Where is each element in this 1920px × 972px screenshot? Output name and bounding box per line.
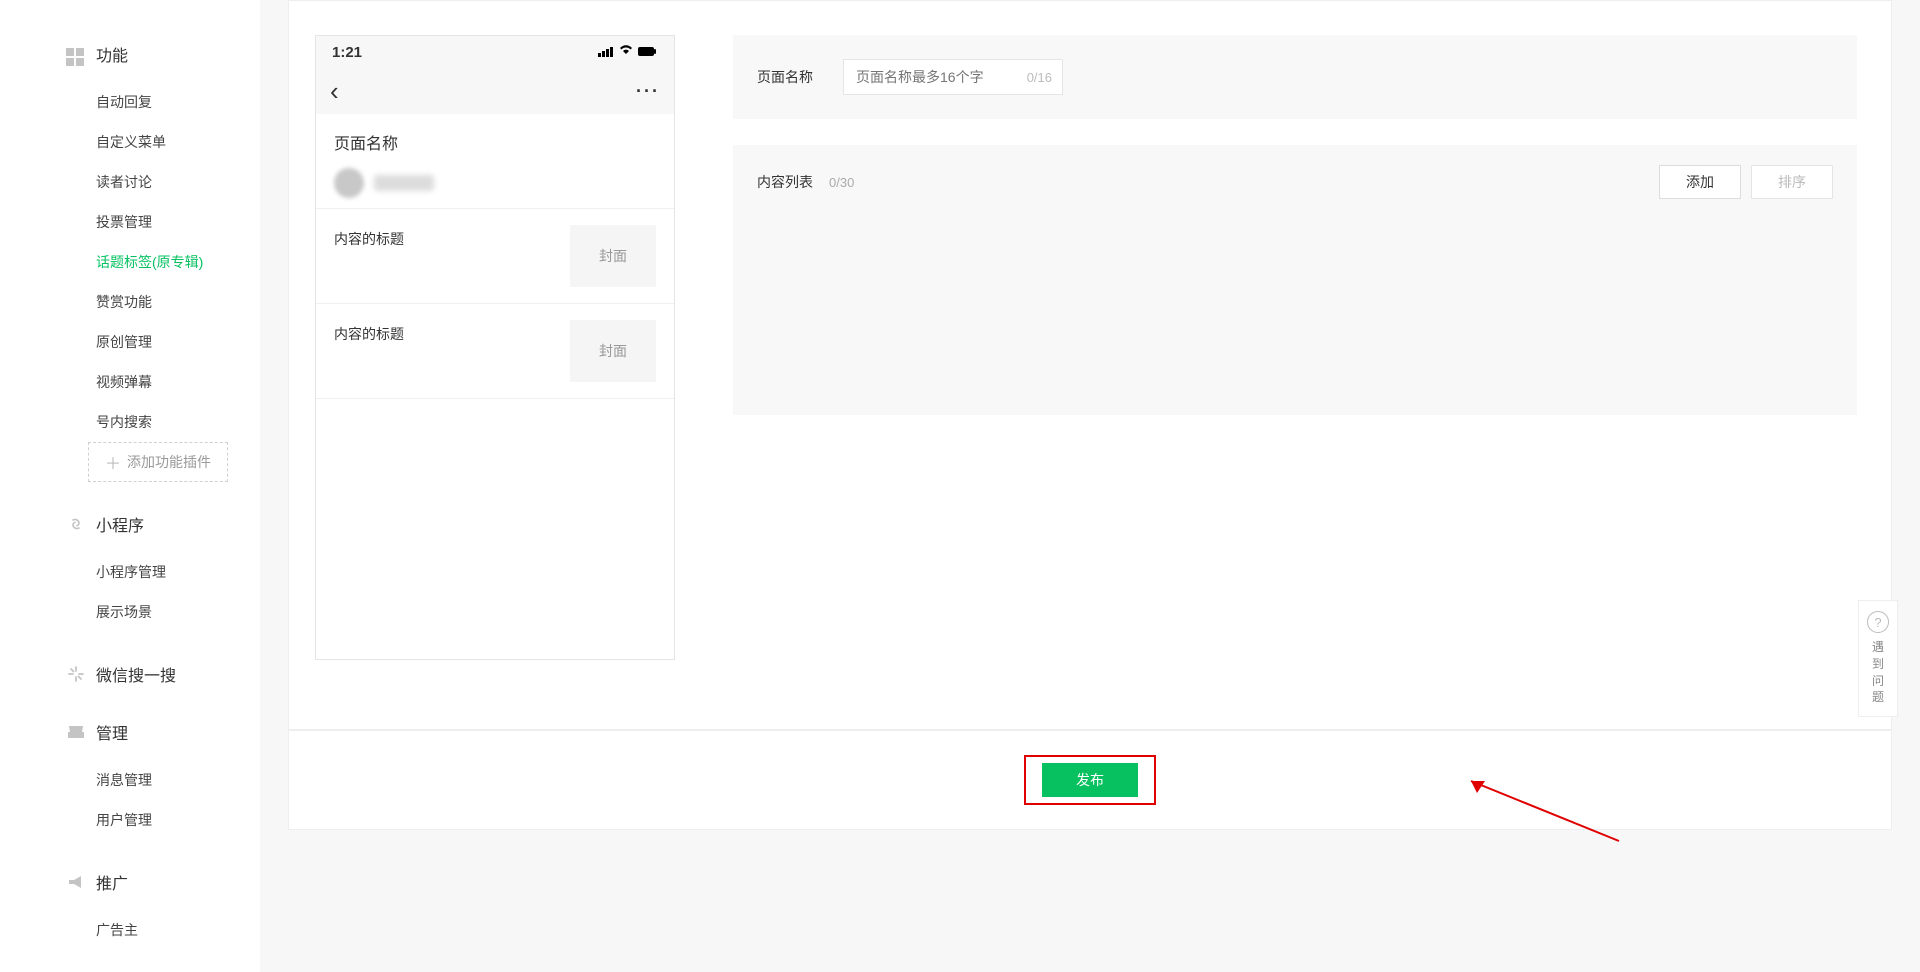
preview-content-title: 内容的标题 <box>334 320 404 344</box>
annotation-arrow <box>1459 771 1629 851</box>
page-name-input-wrap: 0/16 <box>843 59 1063 95</box>
phone-statusbar: 1:21 <box>316 36 674 68</box>
nav-items-features: 自动回复 自定义菜单 读者讨论 投票管理 话题标签(原专辑) 赞赏功能 原创管理… <box>0 76 260 504</box>
nav-item-in-account-search[interactable]: 号内搜索 <box>0 402 260 442</box>
footer-bar: 发布 <box>288 730 1892 830</box>
nav-item-mp-manage[interactable]: 小程序管理 <box>0 552 260 592</box>
phone-status-icons <box>598 45 658 59</box>
nav-item-video-barrage[interactable]: 视频弹幕 <box>0 362 260 402</box>
add-plugin-button[interactable]: ＋ 添加功能插件 <box>88 442 228 482</box>
content-list-label: 内容列表 <box>757 172 813 192</box>
nav-item-user-manage[interactable]: 用户管理 <box>0 800 260 840</box>
preview-content-item: 内容的标题 封面 <box>316 304 674 399</box>
content-list-counter: 0/30 <box>829 175 854 190</box>
nav-item-reader-discussion[interactable]: 读者讨论 <box>0 162 260 202</box>
nav-item-original[interactable]: 原创管理 <box>0 322 260 362</box>
phone-time: 1:21 <box>332 44 362 61</box>
nav-items-miniprogram: 小程序管理 展示场景 <box>0 546 260 654</box>
preview-cover-placeholder: 封面 <box>570 320 656 382</box>
form-column: 页面名称 0/16 内容列表 0/30 添加 排序 <box>699 1 1891 729</box>
account-name-blurred <box>374 175 434 191</box>
inbox-icon <box>66 723 86 741</box>
nav-section-miniprogram: 小程序 <box>0 504 260 546</box>
nav-section-admin: 管理 <box>0 712 260 754</box>
question-icon: ? <box>1867 611 1889 633</box>
nav-item-message-manage[interactable]: 消息管理 <box>0 760 260 800</box>
preview-account-row <box>334 168 656 198</box>
editor-card: 1:21 ‹ <box>288 0 1892 730</box>
content-list-row: 内容列表 0/30 添加 排序 <box>733 145 1857 415</box>
help-text: 遇到问题 <box>1865 639 1891 706</box>
nav-section-wxsearch[interactable]: 微信搜一搜 <box>0 654 260 696</box>
publish-button[interactable]: 发布 <box>1042 763 1138 797</box>
phone-body: 页面名称 内容的标题 封面 内容的标题 封面 <box>316 114 674 659</box>
sparkle-icon <box>66 664 86 684</box>
nav-item-mp-scene[interactable]: 展示场景 <box>0 592 260 632</box>
content-list-actions: 添加 排序 <box>1649 165 1833 199</box>
plus-icon: ＋ <box>105 450 121 474</box>
page-name-counter: 0/16 <box>1027 70 1052 85</box>
preview-page-name-label: 页面名称 <box>334 130 656 154</box>
preview-page-name-block: 页面名称 <box>316 114 674 209</box>
grid-icon <box>66 43 84 66</box>
link-icon <box>66 514 86 534</box>
nav-section-promo: 推广 <box>0 862 260 904</box>
more-icon[interactable]: ··· <box>636 81 660 102</box>
nav-section-features: 功能 <box>0 34 260 76</box>
nav-items-promo: 广告主 <box>0 904 260 972</box>
content-list-head: 内容列表 0/30 添加 排序 <box>757 165 1833 199</box>
page-name-input[interactable] <box>856 69 1014 85</box>
page-name-row: 页面名称 0/16 <box>733 35 1857 119</box>
help-float-button[interactable]: ? 遇到问题 <box>1858 600 1898 717</box>
nav-items-admin: 消息管理 用户管理 <box>0 754 260 862</box>
preview-cover-placeholder: 封面 <box>570 225 656 287</box>
phone-navbar: ‹ ··· <box>316 68 674 114</box>
help-text-content: 遇到问题 <box>1865 639 1891 706</box>
sort-content-button[interactable]: 排序 <box>1751 165 1833 199</box>
nav-item-vote-manage[interactable]: 投票管理 <box>0 202 260 242</box>
avatar <box>334 168 364 198</box>
nav-item-advertiser[interactable]: 广告主 <box>0 910 260 950</box>
back-icon[interactable]: ‹ <box>330 76 339 107</box>
nav-item-reward[interactable]: 赞赏功能 <box>0 282 260 322</box>
add-plugin-label: 添加功能插件 <box>127 452 211 472</box>
nav-item-topic-tag[interactable]: 话题标签(原专辑) <box>0 242 260 282</box>
nav-item-auto-reply[interactable]: 自动回复 <box>0 82 260 122</box>
nav-item-custom-menu[interactable]: 自定义菜单 <box>0 122 260 162</box>
add-content-button[interactable]: 添加 <box>1659 165 1741 199</box>
sidebar: 功能 自动回复 自定义菜单 读者讨论 投票管理 话题标签(原专辑) 赞赏功能 原… <box>0 0 260 972</box>
phone-preview-column: 1:21 ‹ <box>289 1 699 729</box>
preview-content-item: 内容的标题 封面 <box>316 209 674 304</box>
preview-content-title: 内容的标题 <box>334 225 404 249</box>
publish-highlight-box: 发布 <box>1024 755 1156 805</box>
main-content: 1:21 ‹ <box>260 0 1920 972</box>
horn-icon <box>66 873 86 891</box>
phone-preview: 1:21 ‹ <box>315 35 675 660</box>
page-name-label: 页面名称 <box>757 67 843 87</box>
